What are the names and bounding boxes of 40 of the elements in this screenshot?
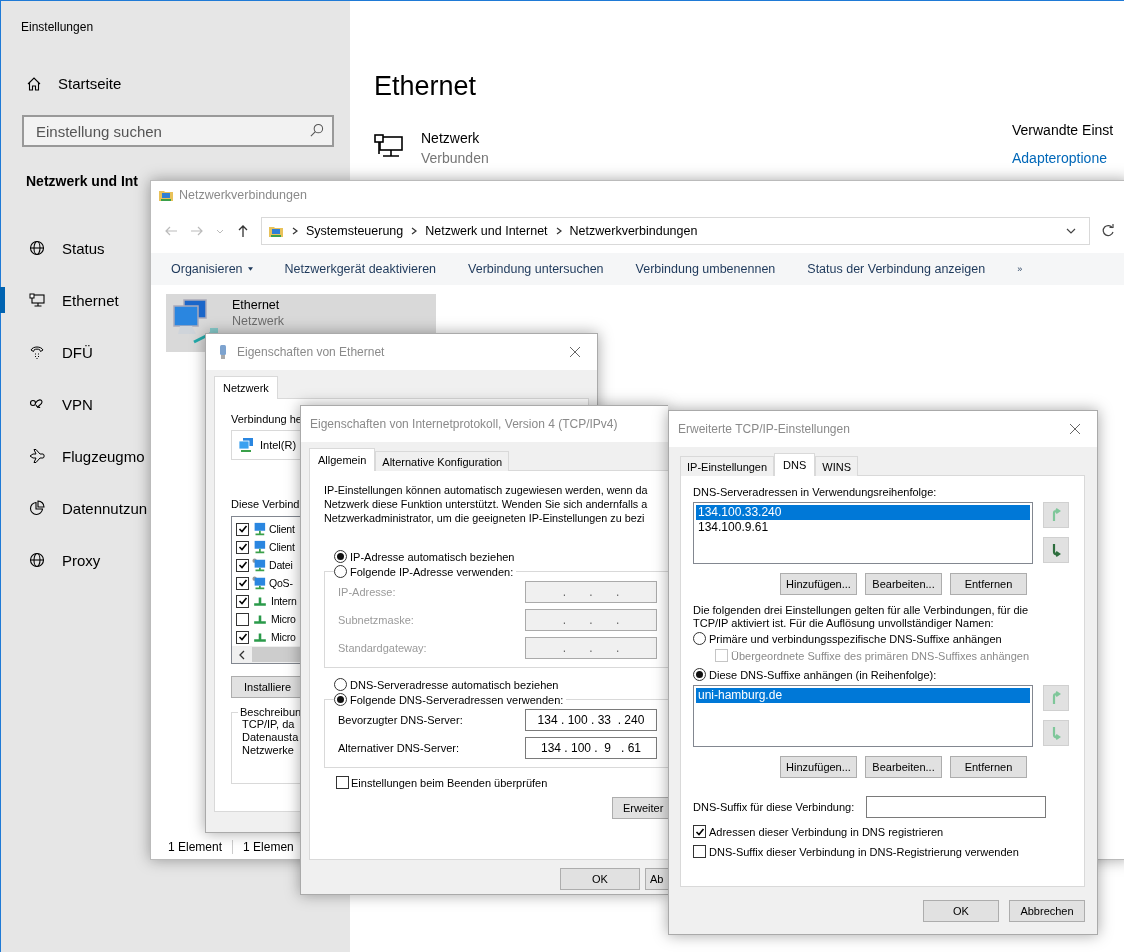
field-label: IP-Adresse:: [338, 585, 396, 598]
description-line: Datenausta: [242, 731, 299, 744]
items-label: Diese Verbind: [231, 498, 300, 510]
checkbox-label: Adressen dieser Verbindung in DNS registrieren: [709, 825, 944, 838]
checkbox-label: Übergeordnete Suffixe des primären DNS-Suffixes anhängen: [731, 649, 1029, 662]
window-title: Netzwerkverbindungen: [179, 188, 307, 202]
radio-label: IP-Adresse automatisch beziehen: [350, 550, 515, 563]
radio-label: Diese DNS-Suffixe anhängen (in Reihenfolge):: [709, 668, 937, 681]
info-text: Die folgenden drei Einstellungen gelten für alle Verbindungen, für die TCP/IP aktiviert ist. Für die Auflösung unvollständiger Namen:: [693, 604, 1030, 630]
radio-label: Folgende IP-Adresse verwenden:: [350, 565, 514, 578]
radio-label: DNS-Serveradresse automatisch beziehen: [350, 678, 559, 691]
network-status: Verbunden: [421, 150, 489, 166]
related-heading: Verwandte Einst: [1012, 122, 1114, 138]
checkbox-label: Einstellungen beim Beenden überprüfen: [351, 776, 548, 789]
network-name: Netzwerk: [421, 130, 481, 146]
field-label: Standardgateway:: [338, 641, 427, 654]
list-label: DNS-Serveradressen in Verwendungsreihenfolge:: [693, 486, 938, 498]
intro-text: IP-Einstellungen können automatisch zugewiesen werden, wenn da: [324, 483, 648, 497]
field-label: Subnetzmaske:: [338, 613, 414, 626]
connection-name: Ethernet: [232, 298, 281, 312]
checkbox-label: DNS-Suffix dieser Verbindung in DNS-Registrierung verwenden: [709, 845, 1019, 858]
description-line: TCP/IP, da: [242, 718, 295, 731]
group-legend: Beschreibun: [238, 706, 304, 718]
field-label: Alternativer DNS-Server:: [338, 741, 460, 754]
page-title: Ethernet: [374, 71, 478, 102]
selection-count: 1 Elemen: [243, 840, 294, 854]
field-label: Bevorzugter DNS-Server:: [338, 713, 463, 726]
description-line: Netzwerke: [242, 744, 294, 757]
item-count: 1 Element: [168, 840, 223, 854]
adapter-name: Intel(R): [260, 439, 297, 451]
dialog-title: Eigenschaften von Internetprotokoll, Version 4 (TCP/IPv4): [310, 417, 618, 431]
radio-label: Folgende DNS-Serveradressen verwenden:: [350, 693, 564, 706]
window-title: Einstellungen: [20, 19, 95, 34]
section-heading: Netzwerk und Int: [26, 173, 138, 189]
dialog-title: Erweiterte TCP/IP-Einstellungen: [678, 422, 850, 436]
field-label: DNS-Suffix für diese Verbindung:: [693, 801, 855, 813]
intro-text: Netzwerk diese Funktion unterstützt. Wenden Sie sich andernfalls a: [324, 497, 648, 511]
intro-text: Netzwerkadministrator, um die geeigneten IP-Einstellungen zu bezi: [324, 511, 645, 525]
connection-type: Netzwerk: [232, 314, 285, 328]
radio-label: Primäre und verbindungsspezifische DNS-Suffixe anhängen: [709, 632, 1002, 645]
